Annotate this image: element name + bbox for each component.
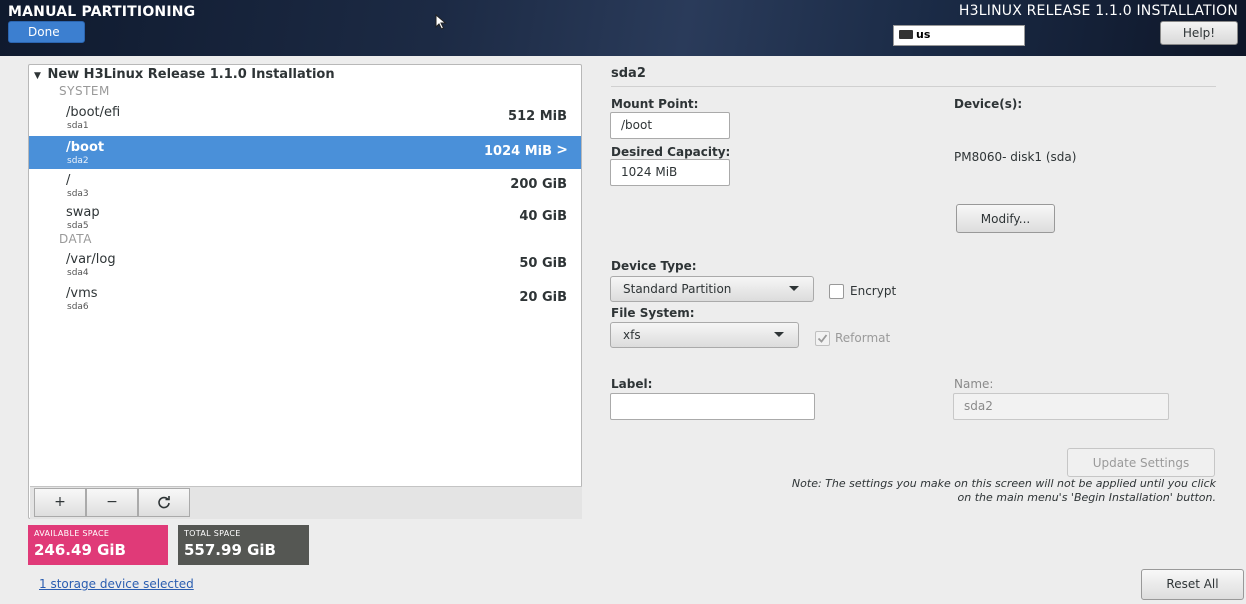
divider (611, 86, 1216, 87)
partition-size: 200 GiB (510, 177, 567, 192)
dropdown-arrow-icon (789, 286, 799, 291)
partition-mount-point: /boot/efi (66, 105, 121, 120)
partition-row-boot-efi[interactable]: /boot/efi sda1 512 MiB (29, 101, 581, 134)
reformat-label: Reformat (835, 331, 891, 345)
available-space-caption: AVAILABLE SPACE (34, 529, 110, 538)
encrypt-label: Encrypt (850, 284, 897, 298)
selected-partition-title: sda2 (611, 66, 646, 81)
device-type-dropdown[interactable]: Standard Partition (610, 276, 814, 302)
partition-device: sda2 (67, 156, 89, 166)
partition-tree: ▼ New H3Linux Release 1.1.0 Installation… (28, 64, 582, 519)
total-space-caption: TOTAL SPACE (184, 529, 241, 538)
partition-mount-point: /vms (66, 286, 98, 301)
keyboard-layout-indicator[interactable]: us (893, 25, 1025, 46)
settings-note: Note: The settings you make on this scre… (791, 477, 1216, 504)
partition-size: 20 GiB (519, 290, 567, 305)
partition-size: 1024 MiB (483, 144, 552, 159)
checkmark-icon (817, 334, 828, 343)
partition-row-swap[interactable]: swap sda5 40 GiB (29, 201, 581, 234)
total-space-badge: TOTAL SPACE 557.99 GiB (178, 525, 309, 565)
partition-mount-point: /var/log (66, 252, 116, 267)
installer-window: MANUAL PARTITIONING Done H3LINUX RELEASE… (0, 0, 1246, 604)
section-data: DATA (59, 232, 92, 246)
keyboard-layout-label: us (916, 28, 931, 41)
mount-point-input[interactable]: /boot (610, 112, 730, 139)
section-system: SYSTEM (59, 84, 110, 98)
partition-row-boot[interactable]: /boot sda2 1024 MiB > (29, 136, 581, 169)
desired-capacity-label: Desired Capacity: (611, 145, 731, 159)
add-partition-button[interactable]: + (34, 488, 86, 517)
partition-mount-point: /boot (66, 140, 105, 155)
reset-all-button[interactable]: Reset All (1141, 569, 1244, 600)
name-input[interactable]: sda2 (953, 393, 1169, 420)
dropdown-arrow-icon (774, 332, 784, 337)
partition-device: sda5 (67, 221, 89, 231)
mount-point-label: Mount Point: (611, 97, 699, 111)
refresh-button[interactable] (138, 488, 190, 517)
storage-devices-link[interactable]: 1 storage device selected (39, 577, 194, 591)
partition-mount-point: swap (66, 205, 100, 220)
partition-toolbar: + − (30, 486, 582, 519)
product-title: H3LINUX RELEASE 1.1.0 INSTALLATION (958, 3, 1238, 19)
partition-mount-point: / (66, 173, 71, 188)
expander-triangle-icon: ▼ (34, 71, 41, 81)
refresh-icon (158, 496, 170, 509)
partition-device: sda1 (67, 121, 89, 131)
device-type-value: Standard Partition (623, 282, 732, 296)
modify-button[interactable]: Modify... (956, 204, 1055, 233)
encrypt-checkbox[interactable] (829, 284, 844, 299)
remove-partition-button[interactable]: − (86, 488, 138, 517)
done-button[interactable]: Done (8, 21, 85, 43)
partition-row-root[interactable]: / sda3 200 GiB (29, 169, 581, 202)
keyboard-icon (899, 30, 913, 39)
partition-size: 40 GiB (519, 209, 567, 224)
reformat-checkbox[interactable] (815, 331, 830, 346)
device-type-label: Device Type: (611, 259, 697, 273)
installation-root-label: New H3Linux Release 1.1.0 Installation (47, 67, 335, 82)
partition-size: 512 MiB (508, 109, 567, 124)
chevron-right-icon: > (556, 142, 568, 158)
help-button[interactable]: Help! (1160, 21, 1238, 45)
available-space-badge: AVAILABLE SPACE 246.49 GiB (28, 525, 168, 565)
name-field-label: Name: (954, 377, 994, 391)
installation-expander[interactable]: ▼ New H3Linux Release 1.1.0 Installation (34, 67, 335, 82)
partition-device: sda4 (67, 268, 89, 278)
mouse-pointer-icon (435, 14, 447, 30)
partition-row-vms[interactable]: /vms sda6 20 GiB (29, 282, 581, 315)
devices-value: PM8060- disk1 (sda) (954, 150, 1077, 164)
partition-device: sda6 (67, 302, 89, 312)
available-space-value: 246.49 GiB (34, 541, 126, 559)
page-title: MANUAL PARTITIONING (8, 4, 196, 20)
devices-label: Device(s): (954, 97, 1023, 111)
file-system-value: xfs (623, 328, 641, 342)
total-space-value: 557.99 GiB (184, 541, 276, 559)
partition-row-var-log[interactable]: /var/log sda4 50 GiB (29, 248, 581, 281)
update-settings-button[interactable]: Update Settings (1067, 448, 1215, 477)
label-input[interactable] (610, 393, 815, 420)
file-system-dropdown[interactable]: xfs (610, 322, 799, 348)
partition-size: 50 GiB (519, 256, 567, 271)
partition-device: sda3 (67, 189, 89, 199)
header-bar: MANUAL PARTITIONING Done H3LINUX RELEASE… (0, 0, 1246, 56)
desired-capacity-input[interactable]: 1024 MiB (610, 159, 730, 186)
file-system-label: File System: (611, 306, 695, 320)
label-field-label: Label: (611, 377, 653, 391)
